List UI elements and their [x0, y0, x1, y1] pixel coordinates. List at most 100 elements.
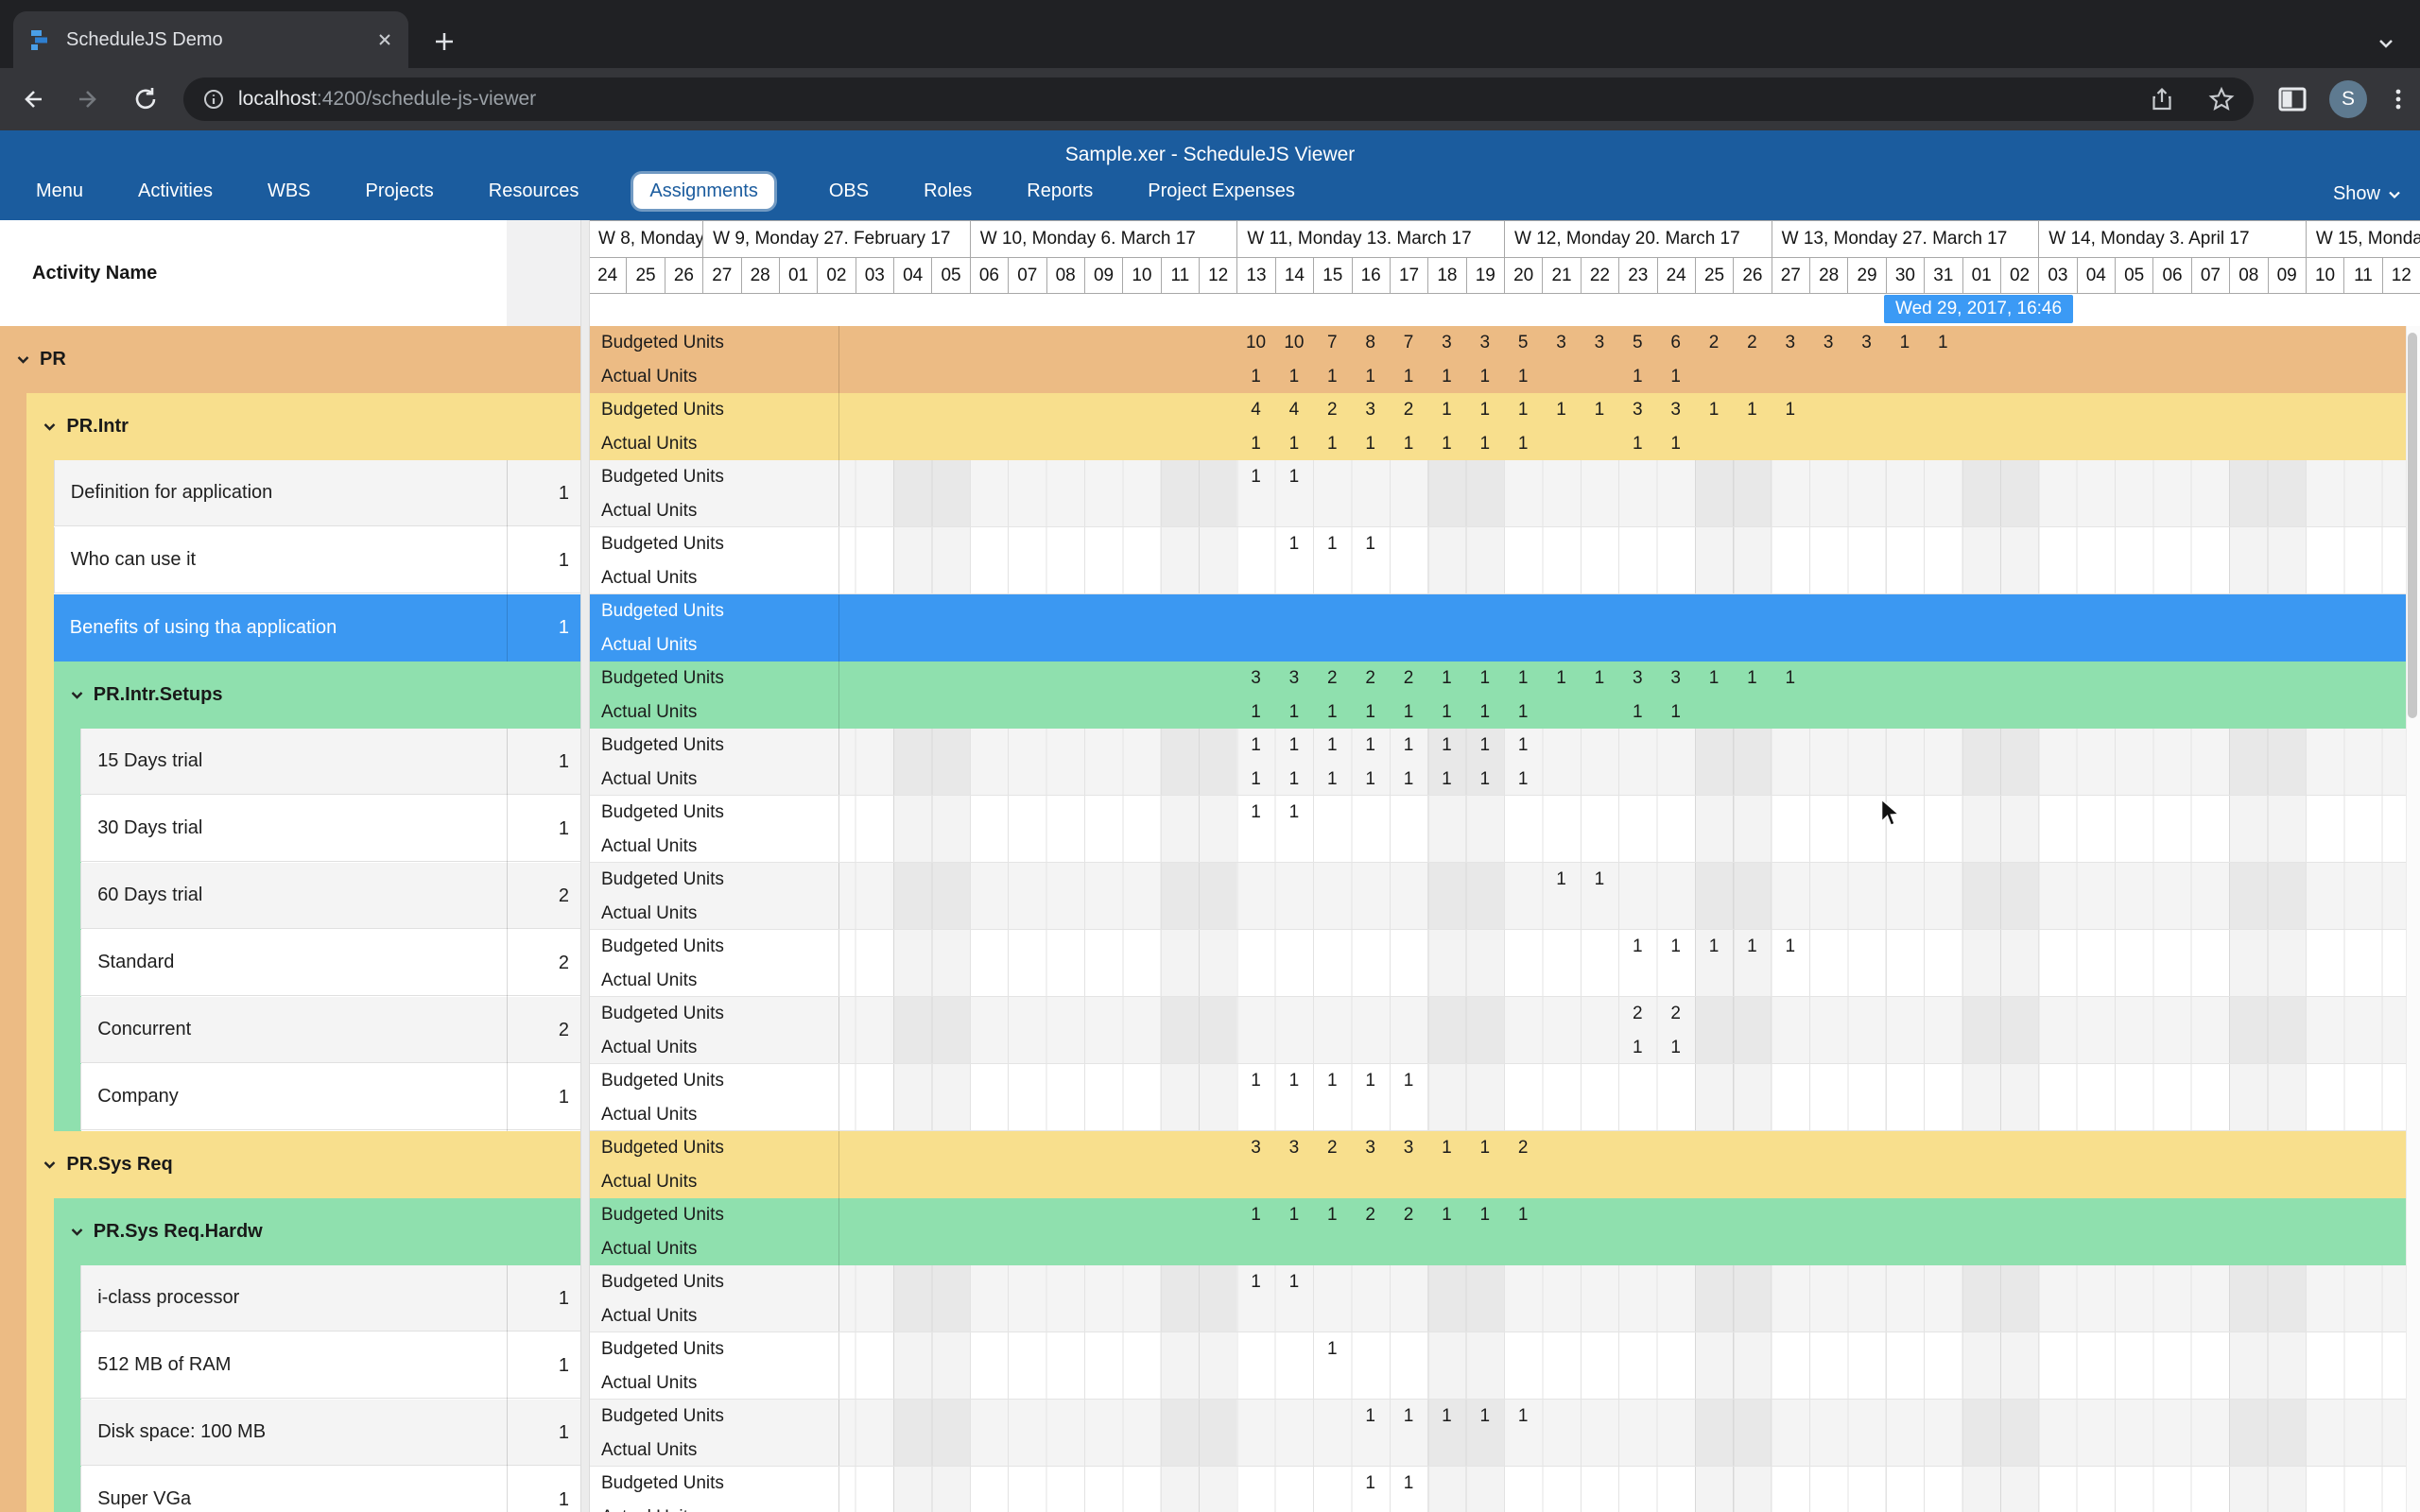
group-row-fill: PR.Sys Req.Hardw — [54, 1198, 580, 1265]
activity-chart-row[interactable]: 11111Budgeted UnitsActual Units — [588, 1400, 2420, 1467]
url-text[interactable]: localhost:4200/schedule-js-viewer — [238, 88, 536, 111]
tab-strip-chevron-icon[interactable] — [2365, 25, 2407, 62]
activity-chart-row[interactable]: 3322211111331111111111111Budgeted UnitsA… — [588, 662, 2420, 729]
activity-row[interactable]: Super VGa1 11Budgeted UnitsActual Units — [0, 1467, 2420, 1512]
activity-row[interactable]: Standard211111Budgeted UnitsActual Units — [0, 930, 2420, 997]
activity-row[interactable]: PR.Intr.Setups3322211111331111111111111B… — [0, 662, 2420, 729]
new-tab-icon[interactable] — [424, 21, 465, 62]
activity-leaf-box[interactable]: Super VGa — [80, 1467, 580, 1512]
site-info-icon[interactable] — [202, 88, 225, 111]
activity-row[interactable]: 60 Days trial211Budgeted UnitsActual Uni… — [0, 863, 2420, 930]
weekend-band — [1695, 796, 1772, 863]
activity-leaf-box[interactable]: 30 Days trial — [80, 796, 580, 862]
weekend-band — [2229, 1265, 2306, 1332]
weekend-band — [893, 1064, 970, 1131]
collapse-chevron-icon[interactable] — [42, 1157, 58, 1173]
activity-row[interactable]: 30 Days trial111Budgeted UnitsActual Uni… — [0, 796, 2420, 863]
unit-value: 1 — [1657, 696, 1695, 730]
nav-tab-project-expenses[interactable]: Project Expenses — [1148, 180, 1295, 202]
vertical-scrollbar-thumb[interactable] — [2408, 333, 2417, 718]
show-dropdown[interactable]: Show — [2333, 183, 2403, 205]
row-label-overlay: Budgeted UnitsActual Units — [588, 863, 839, 930]
side-panel-icon[interactable] — [2278, 87, 2307, 112]
activity-row[interactable]: PR1010787335335622333111111111111Budgete… — [0, 326, 2420, 393]
activity-leaf-box[interactable]: Benefits of using tha application — [54, 594, 580, 662]
collapse-chevron-icon[interactable] — [42, 419, 58, 435]
activity-leaf-box[interactable]: Who can use it — [54, 527, 580, 593]
activity-chart-row[interactable]: 1Budgeted UnitsActual Units — [588, 1332, 2420, 1400]
activity-leaf-box[interactable]: i-class processor — [80, 1265, 580, 1332]
activity-row[interactable]: PR.Sys Req.Hardw11122111Budgeted UnitsAc… — [0, 1198, 2420, 1265]
reload-icon[interactable] — [121, 75, 170, 124]
budgeted-units-label: Budgeted Units — [588, 863, 838, 897]
back-icon[interactable] — [8, 75, 57, 124]
activity-chart-row[interactable]: 1010787335335622333111111111111Budgeted … — [588, 326, 2420, 393]
activity-row[interactable]: Disk space: 100 MB1 11111Budgeted UnitsAc… — [0, 1400, 2420, 1467]
bookmark-star-icon[interactable] — [2208, 86, 2235, 112]
activity-chart-row[interactable]: Budgeted UnitsActual Units — [588, 594, 2420, 662]
hierarchy-strip — [54, 863, 81, 930]
unit-value: 6 — [1657, 326, 1695, 360]
activity-leaf-box[interactable]: 60 Days trial — [80, 863, 580, 929]
activity-chart-row[interactable]: 33233112Budgeted UnitsActual Units — [588, 1131, 2420, 1198]
unit-value: 1 — [1352, 729, 1390, 763]
activity-leaf-box[interactable]: Company — [80, 1064, 580, 1130]
nav-tab-activities[interactable]: Activities — [138, 180, 213, 202]
activity-leaf-box[interactable]: Disk space: 100 MB — [80, 1400, 580, 1466]
forward-icon[interactable] — [64, 75, 113, 124]
activity-leaf-box[interactable]: 512 MB of RAM — [80, 1332, 580, 1399]
activity-row[interactable]: i-class processor111Budgeted UnitsActual… — [0, 1265, 2420, 1332]
activity-value: 1 — [510, 1400, 569, 1467]
avatar[interactable]: S — [2329, 80, 2367, 118]
activity-chart-row[interactable]: 11Budgeted UnitsActual Units — [588, 460, 2420, 527]
panel-splitter[interactable] — [580, 220, 590, 1512]
activity-row[interactable]: Who can use it1111Budgeted UnitsActual U… — [0, 527, 2420, 594]
collapse-chevron-icon[interactable] — [69, 687, 85, 703]
activity-chart-row[interactable]: 111Budgeted UnitsActual Units — [588, 527, 2420, 594]
activity-row[interactable]: Benefits of using tha application1Budget… — [0, 594, 2420, 662]
activity-chart-row[interactable]: 1111111111111111Budgeted UnitsActual Uni… — [588, 729, 2420, 796]
activity-chart-row[interactable]: 11Budgeted UnitsActual Units — [588, 1467, 2420, 1512]
unit-value: 1 — [1504, 393, 1542, 427]
activity-value: 1 — [510, 1467, 569, 1512]
unit-value: 1 — [1275, 460, 1313, 494]
nav-tab-obs[interactable]: OBS — [829, 180, 869, 202]
activity-leaf-box[interactable]: Definition for application — [54, 460, 580, 526]
activity-chart-row[interactable]: 11111Budgeted UnitsActual Units — [588, 1064, 2420, 1131]
activity-row[interactable]: Concurrent22211Budgeted UnitsActual Unit… — [0, 997, 2420, 1064]
tab-close-icon[interactable] — [376, 31, 393, 48]
activity-chart-row[interactable]: 4423211111331111111111111Budgeted UnitsA… — [588, 393, 2420, 460]
nav-tab-assignments[interactable]: Assignments — [633, 174, 774, 209]
browser-tab[interactable]: ScheduleJS Demo — [13, 11, 408, 68]
activity-row[interactable]: Definition for application 111Budgeted Un… — [0, 460, 2420, 527]
share-icon[interactable] — [2150, 87, 2174, 112]
activity-chart-row[interactable]: 11Budgeted UnitsActual Units — [588, 796, 2420, 863]
nav-tab-roles[interactable]: Roles — [924, 180, 972, 202]
unit-value: 1 — [1695, 930, 1733, 964]
activity-row[interactable]: PR.Intr4423211111331111111111111Budgeted… — [0, 393, 2420, 460]
nav-tab-menu[interactable]: Menu — [36, 180, 83, 202]
collapse-chevron-icon[interactable] — [69, 1224, 85, 1240]
activity-row[interactable]: Company111111Budgeted UnitsActual Units — [0, 1064, 2420, 1131]
activity-chart-row[interactable]: 11Budgeted UnitsActual Units — [588, 863, 2420, 930]
nav-tab-reports[interactable]: Reports — [1027, 180, 1093, 202]
activity-leaf-box[interactable]: 15 Days trial — [80, 729, 580, 795]
activity-row[interactable]: PR.Sys Req33233112Budgeted UnitsActual U… — [0, 1131, 2420, 1198]
activity-row[interactable]: 512 MB of RAM11Budgeted UnitsActual Unit… — [0, 1332, 2420, 1400]
nav-tab-resources[interactable]: Resources — [489, 180, 579, 202]
kebab-menu-icon[interactable] — [2386, 87, 2411, 112]
activity-leaf-box[interactable]: Standard — [80, 930, 580, 996]
activity-chart-row[interactable]: 11122111Budgeted UnitsActual Units — [588, 1198, 2420, 1265]
hierarchy-strip — [54, 729, 81, 796]
address-bar[interactable]: localhost:4200/schedule-js-viewer — [183, 77, 2254, 121]
activity-leaf-box[interactable]: Concurrent — [80, 997, 580, 1063]
day-header-cell: 07 — [1008, 257, 1046, 294]
nav-tab-wbs[interactable]: WBS — [268, 180, 311, 202]
activity-chart-row[interactable]: 11Budgeted UnitsActual Units — [588, 1265, 2420, 1332]
day-header-cell: 12 — [2382, 257, 2420, 294]
nav-tab-projects[interactable]: Projects — [366, 180, 434, 202]
activity-chart-row[interactable]: 2211Budgeted UnitsActual Units — [588, 997, 2420, 1064]
activity-row[interactable]: 15 Days trial 11111111111111111Budgeted U… — [0, 729, 2420, 796]
activity-chart-row[interactable]: 11111Budgeted UnitsActual Units — [588, 930, 2420, 997]
collapse-chevron-icon[interactable] — [15, 352, 31, 368]
